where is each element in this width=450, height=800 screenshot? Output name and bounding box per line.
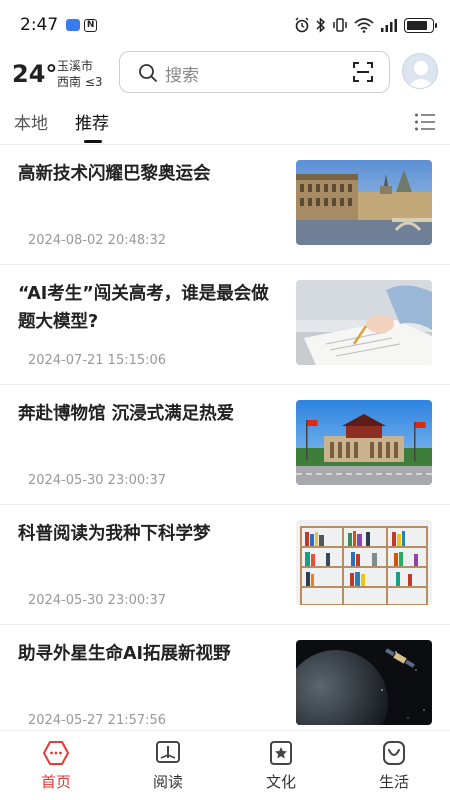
- nav-item-home[interactable]: 首页: [0, 731, 112, 800]
- news-item[interactable]: 高新技术闪耀巴黎奥运会 2024-08-02 20:48:32: [0, 145, 450, 265]
- search-icon: [139, 64, 157, 82]
- status-bar: 2:47 N: [0, 0, 450, 50]
- nav-label: 生活: [378, 773, 409, 791]
- nav-item-reading[interactable]: 阅读: [112, 731, 224, 800]
- vibrate-icon: [333, 18, 347, 32]
- avatar[interactable]: [402, 53, 438, 89]
- news-list: 高新技术闪耀巴黎奥运会 2024-08-02 20:48:32 “AI考生”闯关…: [0, 145, 450, 730]
- alarm-icon: [295, 17, 309, 33]
- book-icon: [156, 741, 180, 763]
- news-thumbnail-planet-space[interactable]: [296, 640, 432, 725]
- news-thumbnail-bookshelf[interactable]: [296, 520, 432, 605]
- wifi-icon: [354, 18, 374, 33]
- nav-item-life[interactable]: 生活: [338, 731, 450, 800]
- tab-local[interactable]: 本地: [14, 109, 48, 134]
- smile-icon: [383, 741, 405, 765]
- weather-wind[interactable]: 西南 ≤3: [57, 73, 103, 90]
- news-date: 2024-05-30 23:00:37: [28, 593, 167, 608]
- news-thumbnail-paris-building[interactable]: [296, 160, 432, 245]
- user-avatar-icon: [407, 61, 435, 88]
- news-date: 2024-05-27 21:57:56: [28, 713, 167, 728]
- bottom-nav: 首页 阅读 文化 生活: [0, 730, 450, 800]
- search-input[interactable]: 搜索: [119, 51, 390, 93]
- search-placeholder: 搜索: [165, 66, 199, 86]
- status-notification-icons: N: [66, 18, 98, 32]
- active-tab-indicator: [84, 140, 102, 143]
- bluetooth-icon: [316, 17, 326, 33]
- news-item[interactable]: “AI考生”闯关高考，谁是最会做题大模型? 2024-07-21 15:15:0…: [0, 265, 450, 385]
- channel-menu-icon[interactable]: [414, 111, 436, 133]
- news-title[interactable]: 科普阅读为我种下科学梦: [18, 520, 278, 548]
- news-date: 2024-05-30 23:00:37: [28, 473, 167, 488]
- weather-temperature[interactable]: 24°: [12, 60, 57, 88]
- news-thumbnail-museum-building[interactable]: [296, 400, 432, 485]
- scan-icon[interactable]: [353, 62, 373, 82]
- nfc-icon: N: [84, 18, 98, 32]
- status-time: 2:47: [20, 15, 59, 35]
- news-thumbnail-student-writing[interactable]: [296, 280, 432, 365]
- news-date: 2024-08-02 20:48:32: [28, 233, 167, 248]
- nav-item-culture[interactable]: 文化: [225, 731, 337, 800]
- weather-city[interactable]: 玉溪市: [57, 57, 93, 74]
- status-right-icons: [294, 17, 437, 33]
- news-date: 2024-07-21 15:15:06: [28, 353, 167, 368]
- app-notification-icon: [66, 19, 81, 31]
- news-title[interactable]: 助寻外星生命AI拓展新视野: [18, 640, 278, 668]
- nav-label: 阅读: [152, 773, 183, 791]
- news-item[interactable]: 科普阅读为我种下科学梦 2024-05-30 23:00:37: [0, 505, 450, 625]
- tab-recommend[interactable]: 推荐: [75, 109, 109, 134]
- home-hexagon-icon: [43, 741, 69, 765]
- news-title[interactable]: 高新技术闪耀巴黎奥运会: [18, 160, 278, 188]
- news-title[interactable]: “AI考生”闯关高考，谁是最会做题大模型?: [18, 280, 278, 336]
- news-title[interactable]: 奔赴博物馆 沉浸式满足热爱: [18, 400, 278, 428]
- nav-label: 首页: [40, 773, 71, 791]
- battery-icon: [404, 17, 437, 33]
- signal-icon: [381, 19, 397, 32]
- news-item[interactable]: 助寻外星生命AI拓展新视野 2024-05-27 21:57:56: [0, 625, 450, 730]
- nav-label: 文化: [265, 773, 296, 791]
- battery-fill: [407, 20, 427, 30]
- header: 24° 玉溪市 西南 ≤3 搜索: [0, 50, 450, 94]
- star-badge-icon: [270, 741, 292, 765]
- channel-tabs: 本地 推荐: [0, 103, 450, 145]
- news-item[interactable]: 奔赴博物馆 沉浸式满足热爱 2024-05-30 23:00:37: [0, 385, 450, 505]
